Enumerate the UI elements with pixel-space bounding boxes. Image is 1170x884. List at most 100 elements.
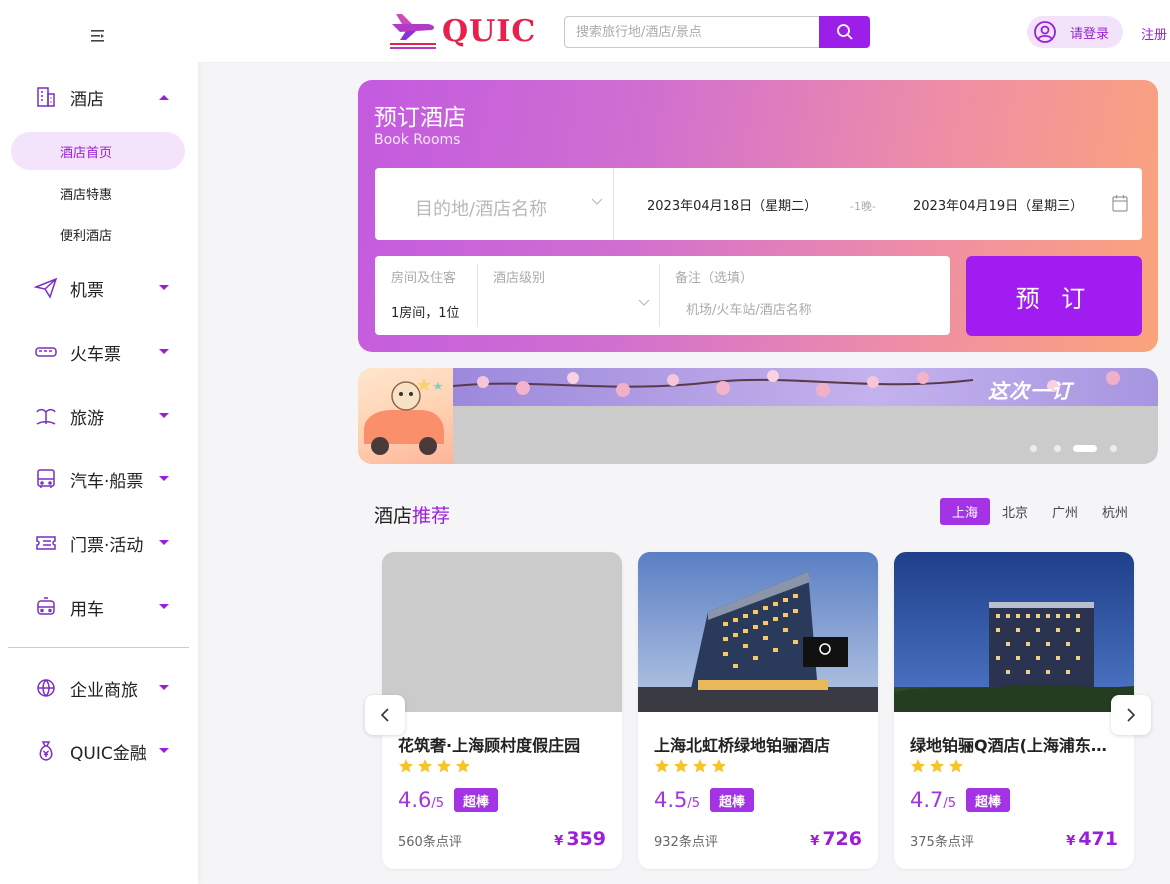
carousel-next-button[interactable] — [1111, 695, 1151, 735]
search-input[interactable] — [565, 17, 819, 47]
rooms-guests-label: 房间及住客 — [391, 271, 457, 286]
chevron-down-icon[interactable] — [638, 299, 650, 307]
sidebar-item-business-travel[interactable]: 企业商旅 — [34, 673, 169, 703]
star-icon — [655, 759, 669, 773]
sidebar-item-travel[interactable]: 旅游 — [34, 401, 169, 431]
sidebar-sub-hotel-deals[interactable]: 酒店特惠 — [60, 184, 112, 203]
sidebar-item-label: 门票·活动 — [70, 535, 144, 556]
star-icon — [418, 759, 432, 773]
hotel-name[interactable]: 花筑奢·上海顾村度假庄园 — [398, 732, 610, 756]
remark-input[interactable] — [675, 299, 935, 321]
banner-slogan: 这次一订 — [988, 379, 1072, 403]
sidebar-item-trains[interactable]: 火车票 — [34, 337, 169, 367]
chevron-down-icon — [159, 413, 169, 418]
chevron-down-icon — [159, 476, 169, 481]
menu-toggle-icon[interactable] — [90, 28, 106, 44]
brand-logo[interactable]: QUIC — [388, 10, 536, 52]
booking-title: 预订酒店 — [374, 105, 466, 131]
register-link[interactable]: 注册 — [1141, 24, 1167, 43]
sidebar-item-label: 火车票 — [70, 344, 121, 365]
remark-label: 备注（选填） — [675, 271, 754, 286]
rooms-level-remark-row: 房间及住客 1房间，1位 酒店级别 备注（选填） — [375, 256, 950, 335]
sidebar-item-tickets-activities[interactable]: 门票·活动 — [34, 528, 169, 558]
carousel-dot[interactable] — [1030, 445, 1037, 452]
sidebar-item-flights[interactable]: 机票 — [34, 273, 169, 303]
destination-date-row: 目的地/酒店名称 2023年04月18日（星期二） -1晚- 2023年04月1… — [375, 168, 1142, 240]
hotel-photo — [894, 552, 1134, 712]
price-amount: 359 — [566, 828, 606, 850]
hotel-building-icon — [37, 87, 55, 107]
destination-select[interactable]: 目的地/酒店名称 — [375, 168, 614, 240]
chevron-left-icon — [380, 708, 389, 722]
star-icon — [399, 759, 413, 773]
rating-badge: 超棒 — [710, 788, 755, 812]
sidebar-item-bus-ferry[interactable]: 汽车·船票 — [34, 464, 169, 494]
hotel-booking-panel: 预订酒店 Book Rooms 目的地/酒店名称 2023年04月18日（星期二… — [358, 80, 1158, 352]
hotel-score: 4.5/5 — [654, 788, 700, 812]
nights-count: -1晚- — [850, 200, 876, 213]
checkout-date[interactable]: 2023年04月19日（星期三） — [913, 195, 1083, 214]
booking-subtitle: Book Rooms — [374, 132, 461, 148]
calendar-icon[interactable] — [1112, 194, 1128, 212]
carousel-dot-active[interactable] — [1073, 445, 1097, 452]
carousel-dot[interactable] — [1110, 445, 1117, 452]
promo-banner-carousel[interactable]: 这次一订 — [358, 368, 1158, 464]
score-max: /5 — [687, 796, 701, 811]
sidebar-item-label: 旅游 — [70, 408, 104, 429]
star-icon — [712, 759, 726, 773]
search-icon — [836, 24, 853, 40]
currency-symbol: ¥ — [554, 834, 564, 849]
sidebar-sub-hotel-home[interactable]: 酒店首页 — [60, 142, 112, 161]
rooms-guests-value[interactable]: 1房间，1位 — [391, 302, 460, 321]
star-icon — [949, 759, 963, 773]
book-button[interactable]: 预 订 — [966, 256, 1142, 336]
sidebar-item-car-rental[interactable]: 用车 — [34, 592, 169, 622]
hotel-card[interactable]: 绿地铂骊Q酒店(上海浦东… 4.7/5 超棒 375条点评 ¥471 — [894, 552, 1134, 869]
carousel-dot[interactable] — [1054, 445, 1061, 452]
tab-city-guangzhou[interactable]: 广州 — [1045, 498, 1085, 525]
star-icon — [674, 759, 688, 773]
carousel-prev-button[interactable] — [365, 695, 405, 735]
hotel-photo — [638, 552, 878, 712]
rating-badge: 超棒 — [454, 788, 499, 812]
sidebar-item-label: 用车 — [70, 599, 104, 620]
login-button[interactable]: 请登录 — [1027, 16, 1123, 48]
search-button[interactable] — [819, 16, 870, 48]
star-icon — [456, 759, 470, 773]
search-box — [564, 16, 870, 48]
hotel-score: 4.7/5 — [910, 788, 956, 812]
divider — [477, 264, 478, 327]
hotel-level-label: 酒店级别 — [493, 271, 546, 286]
chevron-down-icon — [591, 198, 603, 205]
hotel-price: ¥726 — [810, 828, 862, 850]
sidebar-sub-budget-hotel[interactable]: 便利酒店 — [60, 225, 112, 244]
hotel-name[interactable]: 上海北虹桥绿地铂骊酒店 — [654, 732, 866, 756]
chevron-down-icon — [159, 604, 169, 609]
hotel-card[interactable]: 花筑奢·上海顾村度假庄园 4.6/5 超棒 560条点评 ¥359 — [382, 552, 622, 869]
currency-symbol: ¥ — [1066, 834, 1076, 849]
sidebar-item-hotel[interactable]: 酒店 — [34, 82, 169, 112]
hotel-card[interactable]: 上海北虹桥绿地铂骊酒店 4.5/5 超棒 932条点评 ¥726 — [638, 552, 878, 869]
chevron-down-icon — [159, 685, 169, 690]
checkin-date[interactable]: 2023年04月18日（星期二） — [647, 195, 817, 214]
top-header: QUIC 请登录 注册 — [198, 0, 1170, 63]
currency-symbol: ¥ — [810, 834, 820, 849]
sidebar-item-label: QUIC金融 — [70, 743, 147, 764]
price-amount: 471 — [1078, 828, 1118, 850]
hotel-name[interactable]: 绿地铂骊Q酒店(上海浦东… — [910, 732, 1122, 756]
hotel-building-photo — [638, 552, 878, 712]
train-icon — [35, 347, 57, 357]
tab-city-shanghai[interactable]: 上海 — [940, 498, 990, 525]
chevron-right-icon — [1127, 708, 1136, 722]
tab-city-hangzhou[interactable]: 杭州 — [1095, 498, 1135, 525]
sidebar-item-label: 酒店 — [70, 89, 104, 110]
divider — [659, 264, 660, 327]
hotel-price: ¥471 — [1066, 828, 1118, 850]
review-count: 375条点评 — [910, 835, 974, 850]
tab-city-beijing[interactable]: 北京 — [995, 498, 1035, 525]
airplane-logo-icon — [390, 14, 436, 49]
score-value: 4.7 — [910, 788, 944, 812]
sidebar-item-finance[interactable]: QUIC金融 — [34, 736, 169, 766]
car-illustration — [358, 368, 453, 464]
review-count: 932条点评 — [654, 835, 718, 850]
